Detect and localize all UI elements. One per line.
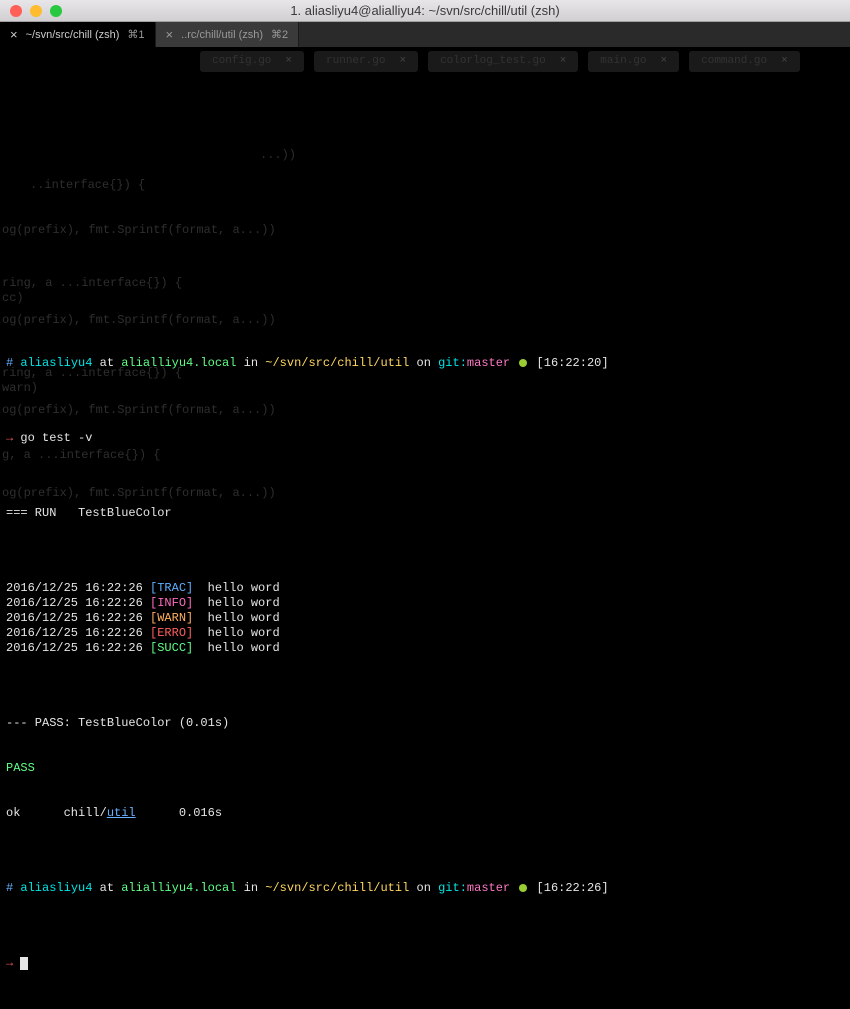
terminal-tab-1[interactable]: × ~/svn/src/chill (zsh) ⌘1: [0, 22, 156, 47]
ghost-code: ...)): [260, 148, 296, 163]
prompt-line: # aliasliyu4 at alialliyu4.local in ~/sv…: [6, 881, 844, 896]
ghost-code: warn): [2, 381, 38, 396]
prompt-line: # aliasliyu4 at alialliyu4.local in ~/sv…: [6, 356, 844, 371]
tab-shortcut: ⌘1: [127, 28, 144, 41]
ghost-tab: main.go×: [588, 51, 679, 72]
ghost-tab: colorlog_test.go×: [428, 51, 578, 72]
ghost-code: ring, a ...interface{}) {: [2, 276, 182, 291]
ghost-code: cc): [2, 291, 24, 306]
git-clean-dot-icon: [519, 884, 527, 892]
test-ok-line: ok chill/util 0.016s: [6, 806, 844, 821]
ghost-tab: command.go×: [689, 51, 800, 72]
ghost-code: og(prefix), fmt.Sprintf(format, a...)): [2, 223, 276, 238]
log-line: 2016/12/25 16:22:26 [WARN] hello word: [6, 611, 844, 626]
tab-label: ~/svn/src/chill (zsh): [26, 29, 120, 41]
terminal-tabbar: × ~/svn/src/chill (zsh) ⌘1 × ..rc/chill/…: [0, 22, 850, 48]
ghost-editor-tabs: config.go× runner.go× colorlog_test.go× …: [200, 51, 800, 72]
ghost-tab: runner.go×: [314, 51, 418, 72]
test-pass-summary: --- PASS: TestBlueColor (0.01s): [6, 716, 844, 731]
log-line: 2016/12/25 16:22:26 [INFO] hello word: [6, 596, 844, 611]
ghost-tab: config.go×: [200, 51, 304, 72]
close-tab-icon[interactable]: ×: [10, 28, 18, 41]
text-cursor: [20, 957, 28, 970]
log-line: 2016/12/25 16:22:26 [SUCC] hello word: [6, 641, 844, 656]
git-clean-dot-icon: [519, 359, 527, 367]
close-tab-icon[interactable]: ×: [166, 28, 174, 41]
cursor-line: →: [6, 956, 844, 971]
window-titlebar: 1. aliasliyu4@alialliyu4: ~/svn/src/chil…: [0, 0, 850, 22]
ghost-code: og(prefix), fmt.Sprintf(format, a...)): [2, 486, 276, 501]
command-line: → go test -v: [6, 431, 844, 446]
tab-shortcut: ⌘2: [271, 28, 288, 41]
test-pass-word: PASS: [6, 761, 844, 776]
terminal-tab-2[interactable]: × ..rc/chill/util (zsh) ⌘2: [156, 22, 300, 47]
ghost-code: og(prefix), fmt.Sprintf(format, a...)): [2, 313, 276, 328]
test-run-line: === RUN TestBlueColor: [6, 506, 844, 521]
tab-label: ..rc/chill/util (zsh): [181, 29, 263, 41]
log-line: 2016/12/25 16:22:26 [TRAC] hello word: [6, 581, 844, 596]
ghost-code: g, a ...interface{}) {: [2, 448, 160, 463]
terminal-pane[interactable]: config.go× runner.go× colorlog_test.go× …: [0, 48, 850, 1009]
log-line: 2016/12/25 16:22:26 [ERRO] hello word: [6, 626, 844, 641]
window-title: 1. aliasliyu4@alialliyu4: ~/svn/src/chil…: [0, 3, 850, 18]
ghost-code: og(prefix), fmt.Sprintf(format, a...)): [2, 403, 276, 418]
ghost-code: ..interface{}) {: [30, 178, 145, 193]
